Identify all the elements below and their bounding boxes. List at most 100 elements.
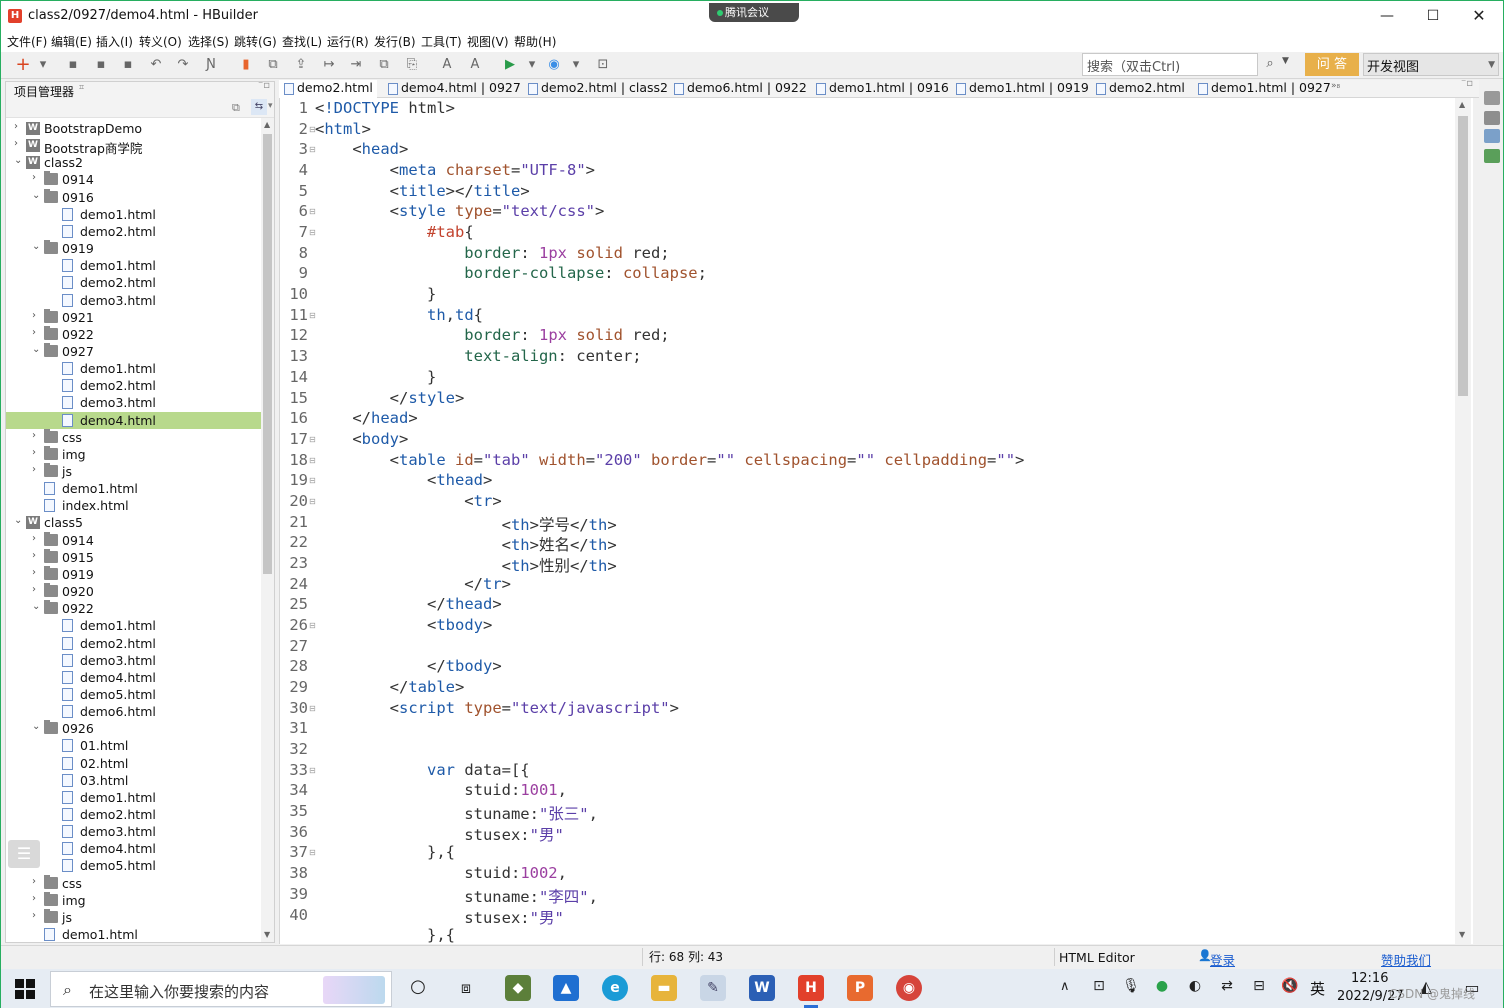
outline-toggle-icon[interactable]: ☰: [8, 840, 40, 868]
scroll-up-icon[interactable]: ▲: [264, 120, 270, 129]
taskbar-app-chrome-icon[interactable]: ◉: [896, 975, 922, 1001]
code-line[interactable]: <head>: [315, 140, 408, 158]
code-line[interactable]: var data=[{: [315, 761, 530, 779]
editor-scrollbar[interactable]: ▲ ▼: [1455, 98, 1471, 944]
tree-item[interactable]: › 0919: [6, 565, 261, 583]
editor-tab[interactable]: demo1.html | 0916: [811, 80, 951, 98]
scroll-up-icon[interactable]: ▲: [1459, 100, 1465, 109]
code-line[interactable]: <table id="tab" width="200" border="" ce…: [315, 451, 1025, 469]
tree-item[interactable]: › 0914: [6, 171, 261, 188]
menu-item[interactable]: 插入(I): [96, 33, 133, 50]
tray-sync-icon[interactable]: ⇄: [1218, 978, 1236, 994]
tree-item[interactable]: › 0915: [6, 548, 261, 566]
code-line[interactable]: <script type="text/javascript">: [315, 699, 679, 717]
jump-icon[interactable]: ↦: [321, 57, 337, 73]
panel-pin-icon[interactable]: ⌗: [79, 83, 84, 93]
code-line[interactable]: <html>: [315, 120, 371, 138]
save-icon[interactable]: ▪: [65, 57, 81, 73]
tree-item[interactable]: demo2.html: [6, 223, 261, 240]
taskbar-app-explorer-icon[interactable]: ▬: [651, 975, 677, 1001]
chevron-down-icon[interactable]: ⌄: [32, 721, 42, 732]
code-line[interactable]: <th>姓名</th>: [315, 533, 617, 555]
editor-tab[interactable]: demo2.html: [279, 80, 377, 98]
chevron-right-icon[interactable]: ›: [32, 327, 42, 338]
tray-display-icon[interactable]: ⊟: [1250, 978, 1268, 994]
code-line[interactable]: border: 1px solid red;: [315, 244, 669, 262]
code-line[interactable]: },{: [315, 926, 455, 944]
preview-icon[interactable]: ⊡: [595, 57, 611, 73]
tree-scroll-thumb[interactable]: [263, 134, 272, 574]
code-line[interactable]: stusex:"男": [315, 906, 564, 928]
next-icon[interactable]: ⇥: [348, 57, 364, 73]
tray-app-icon[interactable]: ◐: [1186, 978, 1204, 994]
tree-item[interactable]: › 0922: [6, 325, 261, 343]
browser-dropdown-icon[interactable]: ▾: [568, 57, 584, 73]
tree-item[interactable]: demo2.html: [6, 274, 261, 291]
qa-button[interactable]: 问 答: [1305, 53, 1359, 76]
code-line[interactable]: stuid:1001,: [315, 781, 567, 799]
chevron-right-icon[interactable]: ›: [32, 310, 42, 321]
menu-item[interactable]: 文件(F): [7, 33, 47, 50]
tree-item[interactable]: demo1.html: [6, 206, 261, 223]
code-line[interactable]: stuid:1002,: [315, 864, 567, 882]
tree-item[interactable]: demo1.html: [6, 617, 261, 634]
login-link[interactable]: 登录: [1210, 950, 1235, 969]
chevron-down-icon[interactable]: ⌄: [32, 241, 42, 252]
chevron-right-icon[interactable]: ›: [32, 584, 42, 595]
tree-item[interactable]: ⌄ 0922: [6, 600, 261, 617]
chevron-right-icon[interactable]: ›: [32, 172, 42, 183]
panel-minimize-icon[interactable]: ⁻▫: [258, 80, 270, 91]
taskbar-app-tool-icon[interactable]: ✎: [700, 975, 726, 1001]
code-line[interactable]: </tbody>: [315, 657, 502, 675]
new-dropdown-icon[interactable]: ▾: [35, 57, 51, 73]
tree-item[interactable]: › W Bootstrap商学院: [6, 137, 261, 156]
taskbar-app-edge-icon[interactable]: e: [602, 975, 628, 1001]
font-larger-icon[interactable]: A: [439, 57, 455, 73]
chevron-down-icon[interactable]: ⌄: [32, 601, 42, 612]
outline-view-icon[interactable]: [1484, 129, 1500, 143]
code-line[interactable]: <meta charset="UTF-8">: [315, 161, 595, 179]
tree-item[interactable]: › 0920: [6, 583, 261, 600]
redo-icon[interactable]: ↷: [175, 57, 191, 73]
code-line[interactable]: <style type="text/css">: [315, 202, 605, 220]
tree-item[interactable]: ⌄ 0927: [6, 342, 261, 360]
tray-volume-icon[interactable]: 🔇: [1281, 978, 1299, 994]
tree-item[interactable]: › js: [6, 908, 261, 926]
code-line[interactable]: <tr>: [315, 492, 501, 510]
tree-item[interactable]: demo2.html: [6, 806, 261, 823]
code-line[interactable]: stusex:"男": [315, 823, 564, 845]
copy-icon[interactable]: ⧉: [376, 57, 392, 73]
search-highlight-icon[interactable]: [323, 976, 385, 1004]
tray-microphone-icon[interactable]: 🎙: [1122, 978, 1140, 994]
code-line[interactable]: stuname:"李四",: [315, 885, 598, 907]
undo-icon[interactable]: ↶: [148, 57, 164, 73]
bookmark-icon[interactable]: ▮: [238, 57, 254, 73]
tree-item[interactable]: ⌄ Wclass5: [6, 514, 261, 531]
code-line[interactable]: border-collapse: collapse;: [315, 264, 707, 282]
code-line[interactable]: <th>性别</th>: [315, 554, 617, 576]
tree-item[interactable]: demo3.html: [6, 823, 261, 840]
editor-tab[interactable]: demo1.html | 0919: [951, 80, 1091, 98]
chevron-down-icon[interactable]: ⌄: [32, 344, 42, 355]
tree-item[interactable]: demo1.html: [6, 360, 261, 377]
code-line[interactable]: <body>: [315, 430, 408, 448]
code-line[interactable]: <th>学号</th>: [315, 513, 617, 535]
chevron-down-icon[interactable]: ⌄: [32, 190, 42, 201]
code-line[interactable]: stuname:"张三",: [315, 802, 598, 824]
taskbar-search-input[interactable]: ⌕ 在这里输入你要搜索的内容: [50, 971, 392, 1007]
code-line[interactable]: }: [315, 285, 436, 303]
tray-network-icon[interactable]: ⊡: [1090, 978, 1108, 994]
chevron-right-icon[interactable]: ›: [32, 567, 42, 578]
taskbar-app-paint-icon[interactable]: ◆: [505, 975, 531, 1001]
tree-item[interactable]: demo6.html: [6, 703, 261, 720]
link-editor-icon[interactable]: ⇆: [251, 99, 267, 115]
chrome-icon[interactable]: ◉: [546, 57, 562, 73]
format-icon[interactable]: Ɲ: [203, 57, 219, 73]
tree-item[interactable]: 03.html: [6, 772, 261, 789]
tray-overflow-icon[interactable]: ∧: [1060, 979, 1070, 994]
tree-item[interactable]: ⌄ 0916: [6, 188, 261, 206]
tree-item[interactable]: demo4.html: [6, 669, 261, 686]
editor-tab[interactable]: demo6.html | 0922: [669, 80, 811, 98]
taskbar-app-powerpoint-icon[interactable]: P: [847, 975, 873, 1001]
editor-minimize-icon[interactable]: ⁻▫: [1461, 78, 1473, 89]
